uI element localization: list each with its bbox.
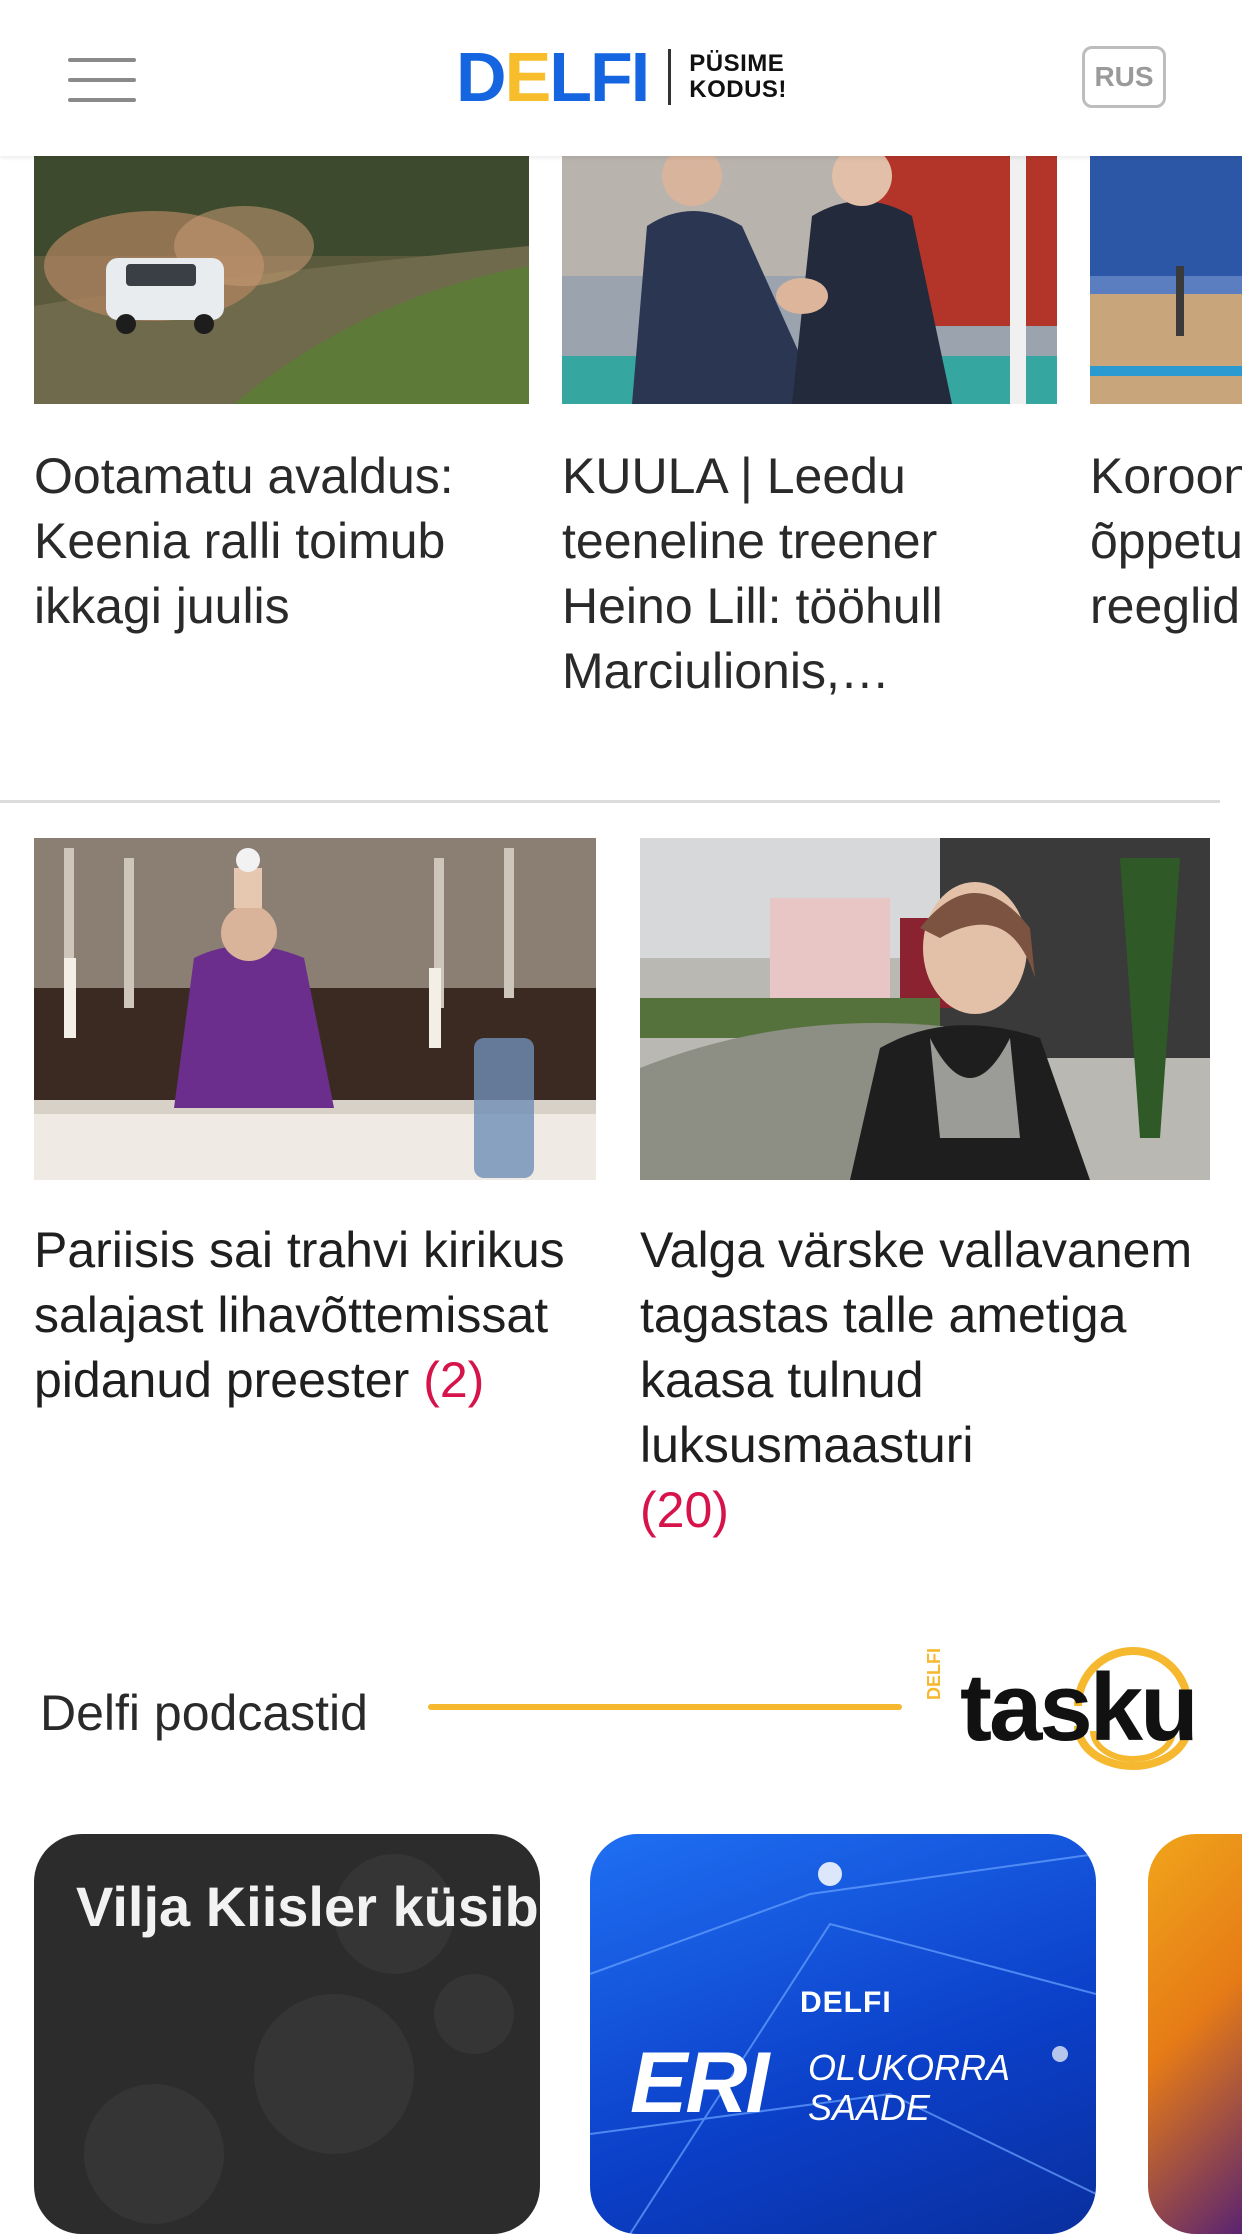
podcast-section-header: Delfi podcastid DELFI tasku — [40, 1640, 1200, 1780]
logo-tagline-line2: KODUS! — [689, 76, 787, 103]
podcast-brand: DELFI — [800, 1986, 892, 2019]
comment-count[interactable]: (20) — [640, 1482, 729, 1538]
logo-divider — [668, 49, 672, 105]
priest-mass-photo — [34, 838, 596, 1180]
podcast-sub-line2: SAADE — [808, 2087, 931, 2128]
comment-count[interactable]: (2) — [423, 1352, 484, 1408]
coaches-handshake-image — [562, 156, 1057, 404]
podcast-card-partial[interactable] — [1148, 1834, 1242, 2234]
article-card[interactable]: Pariisis sai trahvi kirikus salajast lih… — [34, 838, 596, 1413]
hamburger-menu-icon[interactable] — [68, 58, 136, 102]
podcast-section-title: Delfi podcastid — [40, 1685, 368, 1741]
article-title-text: Valga värske vallavanem tagastas talle a… — [640, 1222, 1193, 1473]
tasku-logo[interactable]: DELFI tasku — [898, 1646, 1228, 1776]
logo-letter-d: D — [456, 38, 507, 116]
logo-tagline: PÜSIME KODUS! — [689, 51, 787, 103]
top-carousel[interactable]: Ootamatu avaldus: Keenia ralli toimub ik… — [0, 156, 1242, 716]
menu-bar — [68, 58, 136, 62]
coaches-handshake-photo — [562, 156, 1057, 404]
rally-car-image — [34, 156, 529, 404]
top-header: D E L F I PÜSIME KODUS! RUS — [0, 0, 1242, 156]
carousel-card[interactable]: Ootamatu avaldus: Keenia ralli toimub ik… — [34, 156, 529, 639]
section-divider — [0, 800, 1220, 803]
woman-portrait-image — [640, 838, 1210, 1180]
basketball-arena-image — [1090, 156, 1242, 404]
tasku-wordmark: tasku — [960, 1654, 1199, 1761]
article-title-text: Pariisis sai trahvi kirikus salajast lih… — [34, 1222, 565, 1408]
delfi-logo[interactable]: D E L F I PÜSIME KODUS! — [456, 42, 787, 112]
logo-letter-e: E — [504, 38, 552, 116]
article-title[interactable]: Pariisis sai trahvi kirikus salajast lih… — [34, 1218, 596, 1413]
article-card[interactable]: Valga värske vallavanem tagastas talle a… — [640, 838, 1210, 1543]
podcast-card[interactable]: DELFI ERI OLUKORRA SAADE — [590, 1834, 1096, 2234]
priest-mass-image — [34, 838, 596, 1180]
accent-line — [428, 1704, 902, 1710]
podcast-sub-line1: OLUKORRA — [808, 2047, 1011, 2088]
woman-portrait-photo — [640, 838, 1210, 1180]
logo-tagline-line1: PÜSIME — [689, 50, 785, 77]
language-rus-button[interactable]: RUS — [1082, 46, 1166, 108]
carousel-card[interactable]: KUULA | Leedu teeneline treener Heino Li… — [562, 156, 1057, 704]
menu-bar — [68, 78, 136, 82]
carousel-card[interactable]: Koroonaviiruse õppetund: sporditeel reeg… — [1090, 156, 1242, 639]
podcast-name: Vilja Kiisler küsib — [76, 1875, 539, 1938]
logo-letter-i: I — [630, 38, 651, 116]
carousel-card-title[interactable]: KUULA | Leedu teeneline treener Heino Li… — [562, 444, 1057, 704]
logo-letter-l: L — [549, 38, 592, 116]
logo-letter-f: F — [590, 38, 633, 116]
tasku-delfi-prefix: DELFI — [924, 1648, 944, 1700]
carousel-card-title[interactable]: Koroonaviiruse õppetund: sporditeel reeg… — [1090, 444, 1242, 639]
menu-bar — [68, 98, 136, 102]
carousel-card-title[interactable]: Ootamatu avaldus: Keenia ralli toimub ik… — [34, 444, 529, 639]
basketball-arena-photo — [1090, 156, 1242, 404]
podcast-sub-label: OLUKORRA SAADE — [808, 2048, 1010, 2128]
rally-car-photo — [34, 156, 529, 404]
podcast-card[interactable]: Vilja Kiisler küsib — [34, 1834, 540, 2234]
podcast-big-label: ERI — [630, 2035, 769, 2131]
article-title[interactable]: Valga värske vallavanem tagastas talle a… — [640, 1218, 1200, 1543]
